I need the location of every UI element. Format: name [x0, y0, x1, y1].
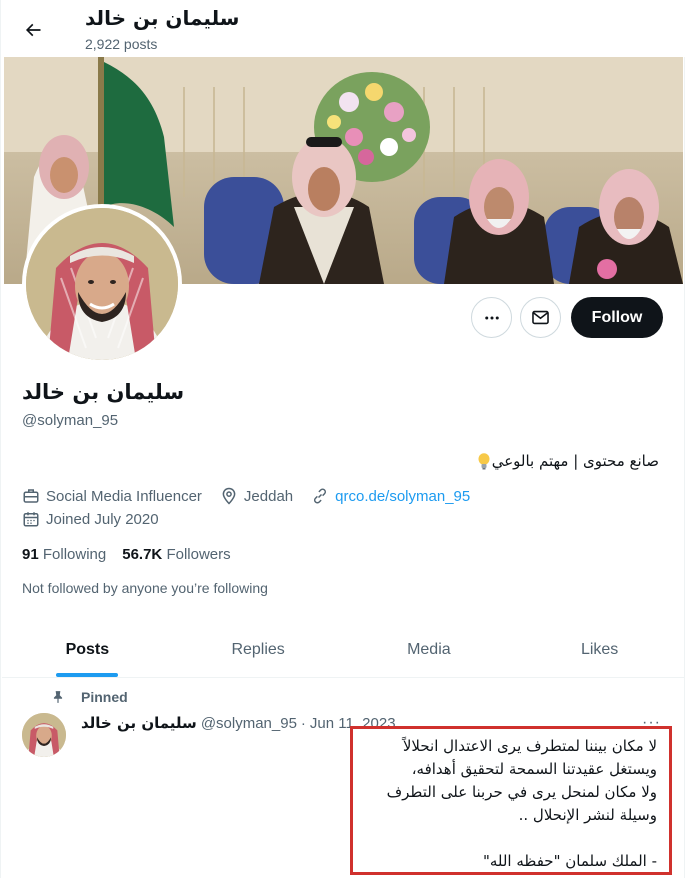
bio: صانع محتوى | مهتم بالوعي [478, 452, 659, 470]
follow-stats: 91 Following 56.7K Followers [22, 546, 231, 563]
tweet-text: لا مكان بيننا لمتطرف يرى الاعتدال انحلال… [386, 737, 657, 870]
followers-label: Followers [166, 546, 231, 563]
profile-website-link[interactable]: qrco.de/solyman_95 [335, 488, 470, 505]
calendar-icon [22, 510, 40, 528]
profile-avatar[interactable] [22, 204, 182, 364]
top-bar: سليمان بن خالد 2,922 posts [1, 0, 685, 57]
light-bulb-icon [478, 452, 490, 469]
tab-posts[interactable]: Posts [2, 622, 173, 677]
follow-button[interactable]: Follow [571, 297, 663, 338]
arrow-left-icon [25, 23, 41, 37]
tweet-author-handle[interactable]: @solyman_95 [201, 715, 297, 732]
message-button[interactable] [520, 297, 561, 338]
tab-label: Replies [231, 640, 285, 658]
not-followed-note: Not followed by anyone you’re following [22, 580, 268, 596]
bio-text: صانع محتوى | مهتم بالوعي [491, 452, 659, 470]
back-button[interactable] [15, 12, 51, 48]
more-options-button[interactable] [471, 297, 512, 338]
display-name: سليمان بن خالد [22, 380, 185, 404]
envelope-icon [532, 310, 549, 325]
tab-likes[interactable]: Likes [514, 622, 685, 677]
post-count: 2,922 posts [85, 36, 158, 52]
tab-replies[interactable]: Replies [173, 622, 344, 677]
user-handle: @solyman_95 [22, 412, 119, 429]
following-label: Following [42, 546, 107, 563]
tweet-author-name[interactable]: سليمان بن خالد [81, 714, 197, 732]
following-link[interactable]: 91 Following [22, 546, 106, 563]
tab-label: Posts [65, 640, 110, 658]
joined-date: Joined July 2020 [46, 510, 159, 528]
profile-page: سليمان بن خالد 2,922 posts Follow سليمان… [0, 0, 685, 878]
link-icon [311, 487, 329, 505]
tweet-avatar[interactable] [22, 713, 66, 757]
tab-media[interactable]: Media [344, 622, 515, 677]
highlight-box: لا مكان بيننا لمتطرف يرى الاعتدال انحلال… [350, 726, 672, 875]
briefcase-icon [22, 487, 40, 505]
tab-label: Likes [580, 640, 619, 658]
pinned-indicator: Pinned [51, 689, 128, 705]
tweet-separator: · [300, 714, 306, 732]
followers-link[interactable]: 56.7K Followers [122, 546, 230, 563]
profile-meta-row: Social Media Influencer Jeddah qrco.de/s… [22, 487, 470, 505]
profile-location: Jeddah [243, 487, 294, 505]
profile-category: Social Media Influencer [46, 487, 202, 505]
tweet-header: سليمان بن خالد @solyman_95 · Jun 11, 202… [81, 714, 396, 732]
pinned-label: Pinned [81, 689, 128, 705]
following-count: 91 [22, 546, 39, 563]
tab-label: Media [407, 640, 451, 658]
more-icon [484, 316, 499, 319]
pin-icon [53, 691, 63, 703]
profile-tabs: Posts Replies Media Likes [2, 622, 685, 678]
active-tab-indicator [56, 673, 119, 677]
followers-count: 56.7K [122, 546, 163, 563]
joined-row: Joined July 2020 [22, 510, 159, 528]
location-icon [220, 487, 238, 505]
header-name: سليمان بن خالد [85, 6, 240, 30]
